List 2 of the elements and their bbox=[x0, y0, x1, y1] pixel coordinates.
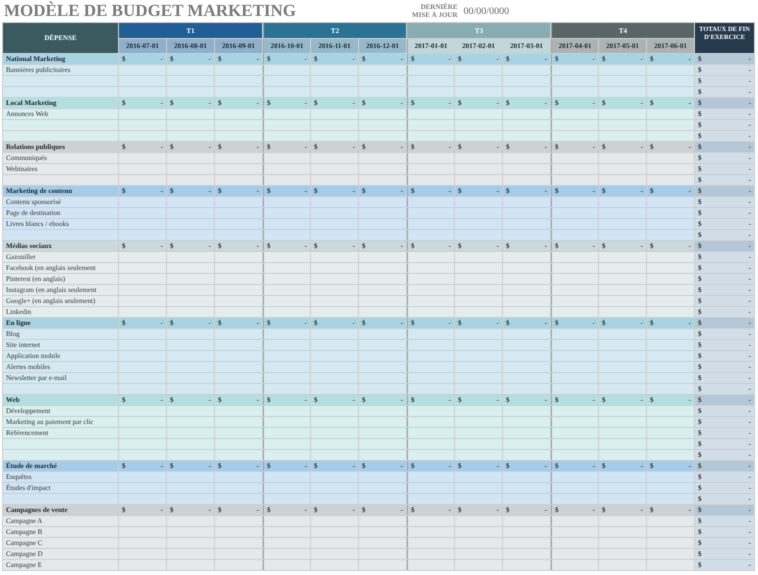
last-updated-date: 00/00/0000 bbox=[464, 6, 510, 16]
page-title: MODÈLE DE BUDGET MARKETING bbox=[4, 1, 298, 21]
